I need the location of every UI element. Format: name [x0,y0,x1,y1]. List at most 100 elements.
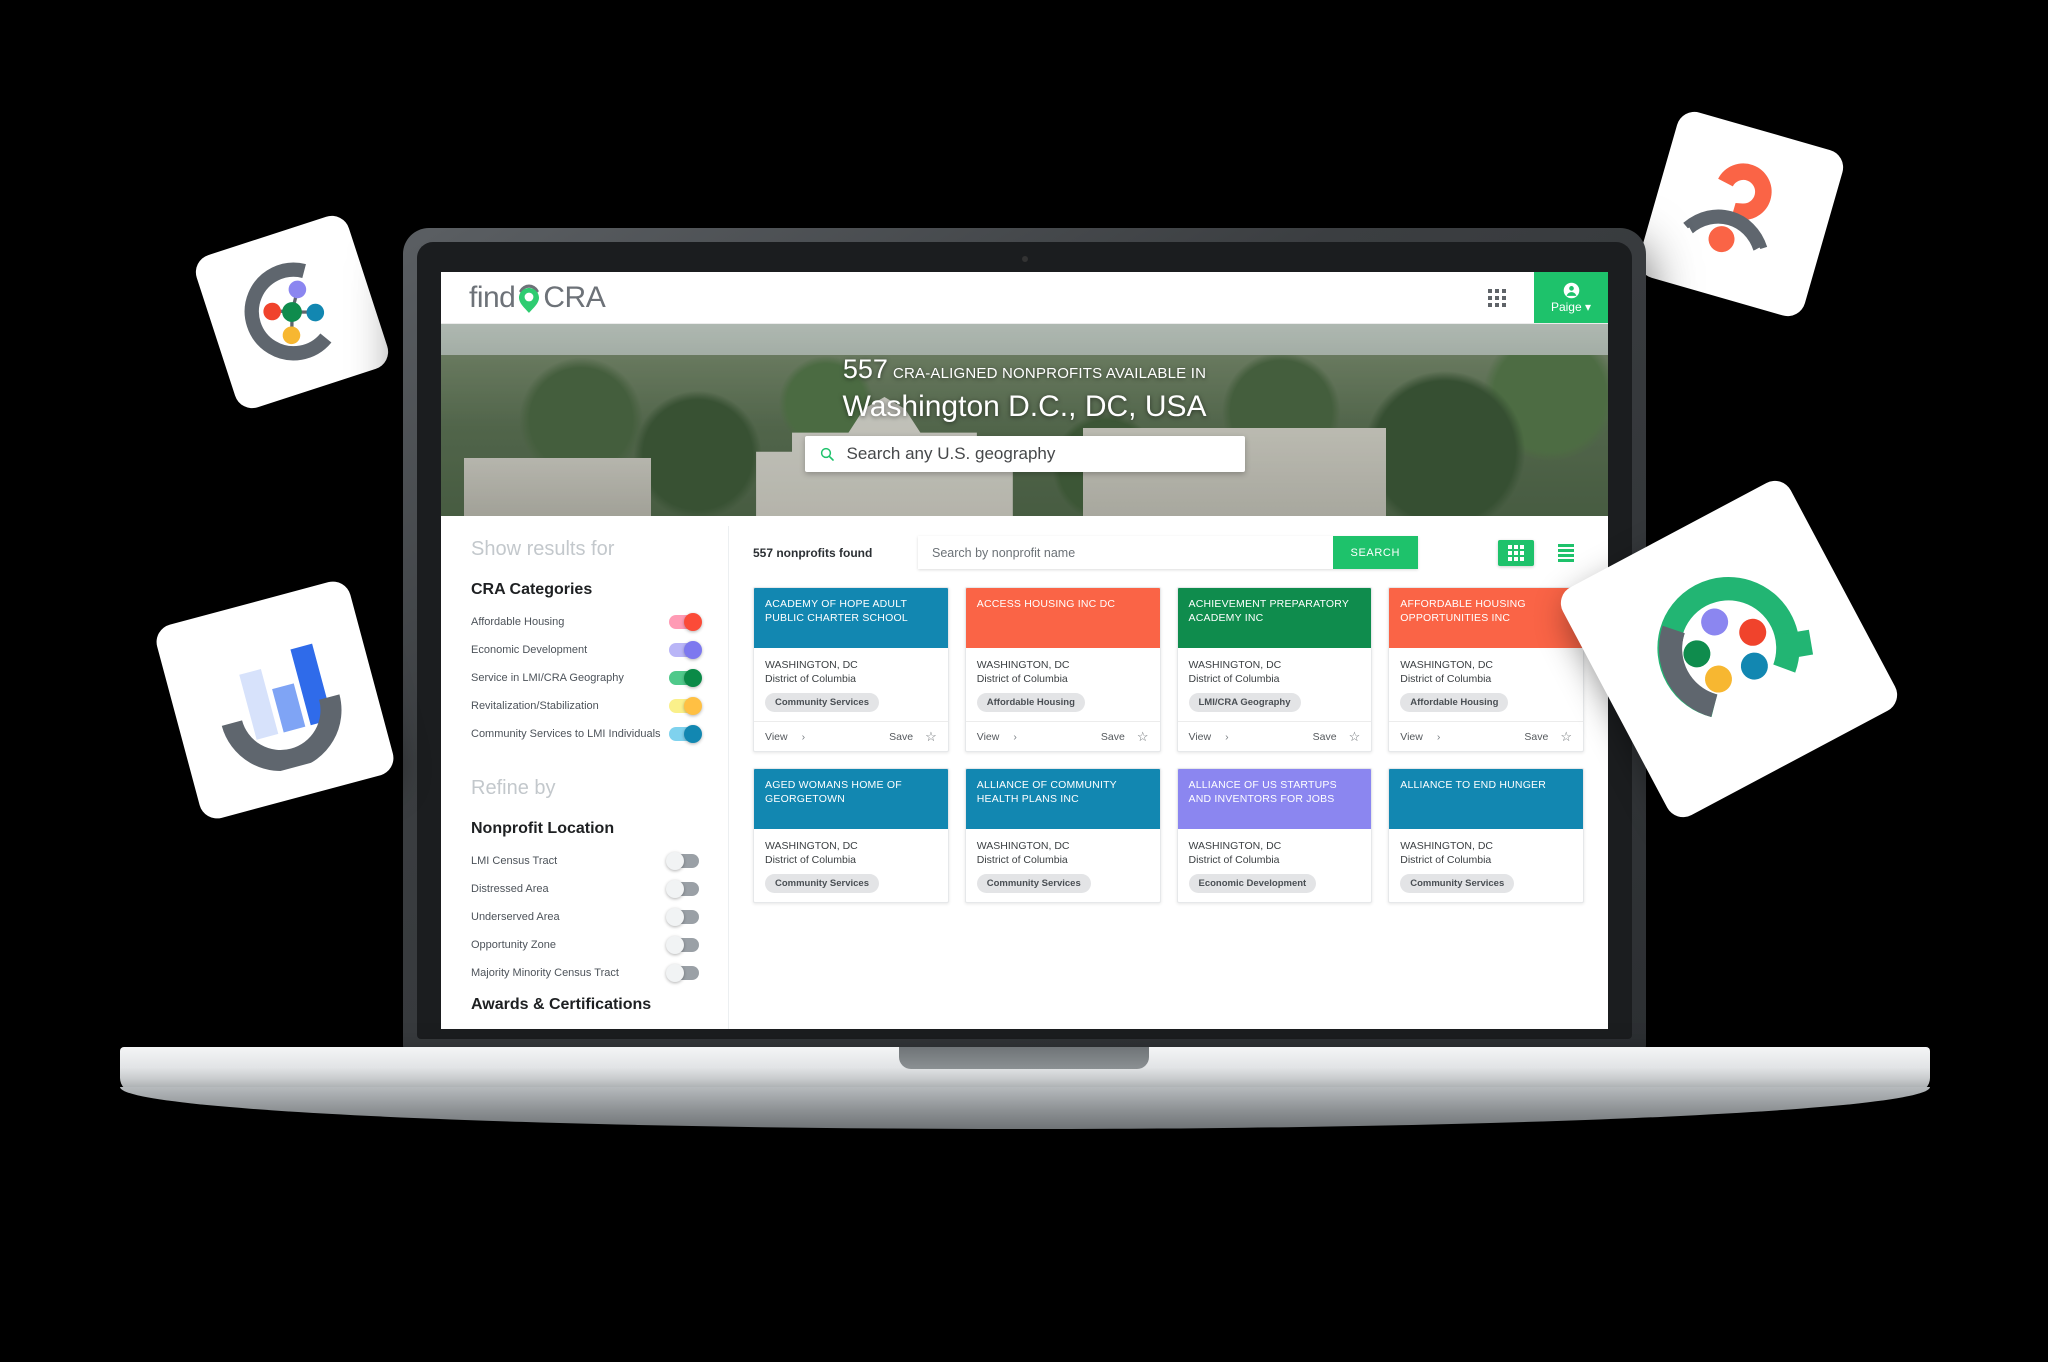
chevron-right-icon[interactable]: › [1437,731,1441,743]
nonprofit-card[interactable]: ALLIANCE TO END HUNGER WASHINGTON, DC Di… [1388,768,1584,903]
filter-economic-development[interactable]: Economic Development [471,641,729,659]
category-pill: Community Services [765,874,879,893]
toggle-majority-minority-census-tract[interactable] [666,964,699,982]
category-pill: Community Services [976,874,1091,893]
filter-label: Economic Development [471,644,588,656]
list-view-icon[interactable] [1548,540,1584,566]
nonprofit-card[interactable]: ACADEMY OF HOPE ADULT PUBLIC CHARTER SCH… [753,587,949,752]
star-outline-icon[interactable]: ☆ [1137,729,1149,745]
filter-community-services-lmi[interactable]: Community Services to LMI Individuals [471,725,729,743]
geography-search-box[interactable]: Search any U.S. geography [804,436,1245,472]
save-action[interactable]: Save [1313,731,1337,743]
category-pill: Community Services [1400,874,1515,893]
card-header: AFFORDABLE HOUSING OPPORTUNITIES INC [1389,588,1583,648]
nonprofit-state: District of Columbia [1188,673,1280,685]
card-body: WASHINGTON, DC District of Columbia Econ… [1178,829,1372,902]
save-action[interactable]: Save [889,731,913,743]
card-body: WASHINGTON, DC District of Columbia LMI/… [1178,648,1372,721]
nonprofit-card[interactable]: ACCESS HOUSING INC DC WASHINGTON, DC Dis… [964,587,1161,752]
nonprofit-card[interactable]: AGED WOMANS HOME OF GEORGETOWN WASHINGTO… [753,768,949,903]
nonprofit-name: ALLIANCE OF COMMUNITY HEALTH PLANS INC [976,779,1117,805]
view-action[interactable]: View [977,731,1000,743]
card-header: ALLIANCE OF US STARTUPS AND INVENTORS FO… [1177,769,1372,829]
filter-majority-minority-census-tract[interactable]: Majority Minority Census Tract [471,964,729,982]
nonprofit-state: District of Columbia [765,673,857,685]
nonprofit-city: WASHINGTON, DC [765,659,858,671]
nonprofit-state: District of Columbia [1400,854,1492,866]
toggle-distressed-area[interactable] [666,880,699,898]
save-action[interactable]: Save [1101,731,1125,743]
star-outline-icon[interactable]: ☆ [1560,729,1572,745]
category-pill: LMI/CRA Geography [1188,693,1301,712]
nonprofit-name: AFFORDABLE HOUSING OPPORTUNITIES INC [1400,598,1526,624]
nonprofit-city: WASHINGTON, DC [1400,840,1494,852]
filter-service-lmi-cra-geography[interactable]: Service in LMI/CRA Geography [471,669,729,687]
view-action[interactable]: View [1189,731,1212,743]
card-body: WASHINGTON, DC District of Columbia Affo… [966,648,1160,721]
toggle-affordable-housing[interactable] [669,613,702,631]
account-circle-icon [1563,282,1579,298]
toggle-economic-development[interactable] [669,641,702,659]
account-menu-button[interactable]: Paige ▾ [1534,272,1608,323]
nonprofit-search-input[interactable] [918,536,1333,569]
filter-label: Opportunity Zone [471,939,556,951]
nonprofit-card[interactable]: AFFORDABLE HOUSING OPPORTUNITIES INC WAS… [1388,587,1584,752]
nonprofit-card-grid: ACADEMY OF HOPE ADULT PUBLIC CHARTER SCH… [753,587,1584,903]
grid-view-icon[interactable] [1498,539,1534,566]
star-outline-icon[interactable]: ☆ [925,729,937,745]
laptop-base-lip [120,1087,1930,1129]
nonprofit-city: WASHINGTON, DC [1400,659,1494,671]
hero-count: 557 [842,354,888,384]
chevron-right-icon[interactable]: › [802,731,806,743]
filter-label: Majority Minority Census Tract [471,967,619,979]
card-body: WASHINGTON, DC District of Columbia Affo… [1389,648,1583,721]
hero-subtitle: CRA-ALIGNED NONPROFITS AVAILABLE IN [892,365,1207,382]
search-button[interactable]: SEARCH [1332,536,1418,569]
card-footer: View › Save ☆ [1177,721,1372,751]
toggle-lmi-census-tract[interactable] [666,852,699,870]
toggle-opportunity-zone[interactable] [666,936,699,954]
chevron-right-icon[interactable]: › [1013,731,1017,743]
filter-label: Distressed Area [471,883,549,895]
filter-label: Underserved Area [471,911,560,923]
star-outline-icon[interactable]: ☆ [1349,729,1361,745]
view-action[interactable]: View [1400,731,1423,743]
filter-opportunity-zone[interactable]: Opportunity Zone [471,936,729,954]
hero-content: 557 CRA-ALIGNED NONPROFITS AVAILABLE IN W… [441,324,1608,472]
save-action[interactable]: Save [1524,731,1548,743]
view-action[interactable]: View [765,731,788,743]
nonprofit-card[interactable]: ALLIANCE OF US STARTUPS AND INVENTORS FO… [1176,768,1373,903]
magnifier-nodes-icon [1657,576,1814,718]
site-header: find CRA Paige ▾ [441,272,1608,324]
show-results-for-label: Show results for [471,538,615,560]
filter-revitalization-stabilization[interactable]: Revitalization/Stabilization [471,697,729,715]
nonprofit-search-group: SEARCH [918,536,1418,569]
toggle-underserved-area[interactable] [666,908,699,926]
toggle-revitalization-stabilization[interactable] [669,697,702,715]
card-footer: View › Save ☆ [1389,721,1583,751]
refine-by-label: Refine by [471,777,556,799]
filter-lmi-census-tract[interactable]: LMI Census Tract [471,852,729,870]
filter-affordable-housing[interactable]: Affordable Housing [471,613,729,631]
filter-label: Revitalization/Stabilization [471,700,599,712]
app-logo[interactable]: find CRA [441,281,606,315]
nonprofit-city: WASHINGTON, DC [1188,840,1282,852]
nonprofit-state: District of Columbia [1400,673,1492,685]
hero-location: Washington D.C., DC, USA [842,390,1207,423]
card-header: ALLIANCE TO END HUNGER [1389,769,1583,829]
search-icon [820,447,834,461]
chevron-right-icon[interactable]: › [1225,731,1229,743]
grid-apps-icon[interactable] [1488,288,1506,307]
nonprofit-name: ALLIANCE OF US STARTUPS AND INVENTORS FO… [1188,779,1337,805]
toggle-service-lmi-cra-geography[interactable] [669,669,702,687]
filter-label: Service in LMI/CRA Geography [471,672,624,684]
nonprofit-card[interactable]: ALLIANCE OF COMMUNITY HEALTH PLANS INC W… [964,768,1161,903]
filter-distressed-area[interactable]: Distressed Area [471,880,729,898]
results-count-label: 557 nonprofits found [753,545,873,560]
laptop-base-notch [899,1047,1149,1069]
nonprofit-card[interactable]: ACHIEVEMENT PREPARATORY ACADEMY INC WASH… [1176,587,1373,752]
account-name-label: Paige ▾ [1550,299,1592,314]
toggle-community-services-lmi[interactable] [669,725,702,743]
filter-underserved-area[interactable]: Underserved Area [471,908,729,926]
cra-categories-title: CRA Categories [471,581,593,598]
